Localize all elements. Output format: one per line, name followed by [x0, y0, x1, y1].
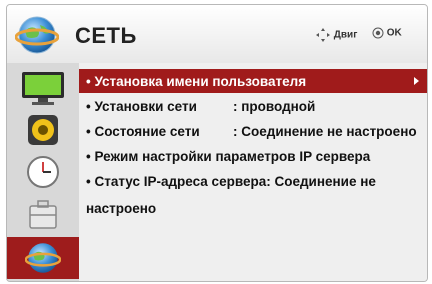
- move-hint-label: Двиг: [333, 29, 358, 41]
- submenu-arrow-icon: [414, 77, 419, 85]
- menu-item-value: : Соединение не настроено: [233, 123, 417, 139]
- menu-item-network-settings[interactable]: • Установки сети : проводной: [79, 94, 427, 118]
- header: СЕТЬ Двиг OK: [7, 5, 427, 63]
- page-title: СЕТЬ: [75, 23, 137, 48]
- network-globe-icon: [25, 243, 61, 273]
- settings-window: СЕТЬ Двиг OK • Установка имени пользоват…: [6, 4, 428, 282]
- clock-icon: [27, 156, 59, 188]
- menu-item-user-name[interactable]: • Установка имени пользователя: [79, 69, 427, 93]
- sidebar: [7, 63, 79, 281]
- move-hint: Двиг: [315, 27, 357, 43]
- sidebar-item-options[interactable]: [7, 193, 79, 235]
- ok-hint-label: OK: [386, 27, 402, 39]
- ok-hint: OK: [372, 27, 402, 39]
- menu-item-label: настроено: [86, 200, 157, 216]
- menu-item-ip-server-status-cont: настроено: [79, 196, 427, 220]
- menu-item-ip-server-status[interactable]: • Статус IP-адреса сервера: Соединение н…: [79, 169, 427, 193]
- speaker-icon: [28, 115, 58, 145]
- menu-item-label: • Установка имени пользователя: [86, 73, 307, 89]
- menu-item-label: • Статус IP-адреса сервера: Соединение н…: [86, 173, 376, 189]
- menu-item-label: • Установки сети: [86, 98, 197, 114]
- menu-item-label: • Состояние сети: [86, 123, 200, 139]
- menu-item-ip-server-mode[interactable]: • Режим настройки параметров IP сервера: [79, 144, 427, 168]
- directional-pad-icon: [316, 28, 330, 42]
- network-globe-icon: [15, 16, 59, 54]
- monitor-icon: [22, 72, 64, 105]
- sidebar-item-audio[interactable]: [7, 109, 79, 151]
- sidebar-item-time[interactable]: [7, 151, 79, 193]
- network-menu: • Установка имени пользователя • Установ…: [79, 63, 427, 281]
- ok-button-icon: [372, 27, 384, 39]
- menu-item-value: : проводной: [233, 98, 316, 114]
- sidebar-item-network[interactable]: [7, 237, 79, 279]
- toolbox-icon: [29, 200, 57, 229]
- menu-item-network-status[interactable]: • Состояние сети : Соединение не настрое…: [79, 119, 427, 143]
- sidebar-item-picture[interactable]: [7, 67, 79, 109]
- menu-item-label: • Режим настройки параметров IP сервера: [86, 148, 371, 164]
